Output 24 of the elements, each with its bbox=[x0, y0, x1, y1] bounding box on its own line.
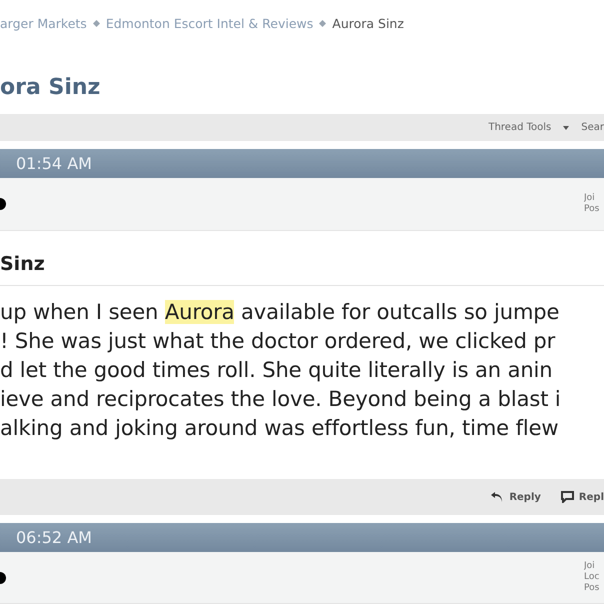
post-text-line: d let the good times roll. She quite literally is an anin bbox=[0, 356, 554, 384]
toolbar-link[interactable]: Sear bbox=[581, 122, 604, 134]
user-stat-label: Pos bbox=[584, 583, 600, 594]
breadcrumb-separator-icon bbox=[92, 20, 100, 27]
user-stat-label: Loc bbox=[584, 572, 600, 584]
breadcrumb-link[interactable]: arger Markets bbox=[0, 16, 87, 31]
post-title: Sinz bbox=[0, 252, 46, 278]
post-text-line: ! She was just what the doctor ordered, we clicked pr bbox=[0, 328, 556, 355]
reply-button[interactable]: Reply bbox=[490, 491, 541, 504]
post-time: 01:54 AM bbox=[16, 154, 92, 174]
post-text-line: up when I seen Aurora available for outcalls so jumpe bbox=[0, 298, 560, 326]
caret-icon bbox=[563, 126, 570, 130]
post-text-line: ieve and reciprocates the love. Beyond being a blast i bbox=[0, 386, 562, 413]
toolbar-link[interactable]: Thread Tools bbox=[488, 122, 552, 134]
reply-arrow-icon bbox=[490, 491, 504, 504]
thread-title: ora Sinz bbox=[0, 74, 102, 102]
breadcrumb-separator-icon bbox=[319, 20, 326, 27]
post-text-line: alking and joking around was effortless fun, time flew bbox=[0, 414, 560, 442]
breadcrumb-link[interactable]: Edmonton Escort Intel & Reviews bbox=[106, 16, 314, 31]
speech-bubble-icon bbox=[560, 491, 574, 504]
post-time: 06:52 AM bbox=[16, 528, 92, 548]
breadcrumb-link[interactable]: Aurora Sinz bbox=[332, 16, 404, 31]
reply-button[interactable]: Repl bbox=[560, 491, 604, 504]
user-stat-label: Pos bbox=[584, 204, 600, 216]
